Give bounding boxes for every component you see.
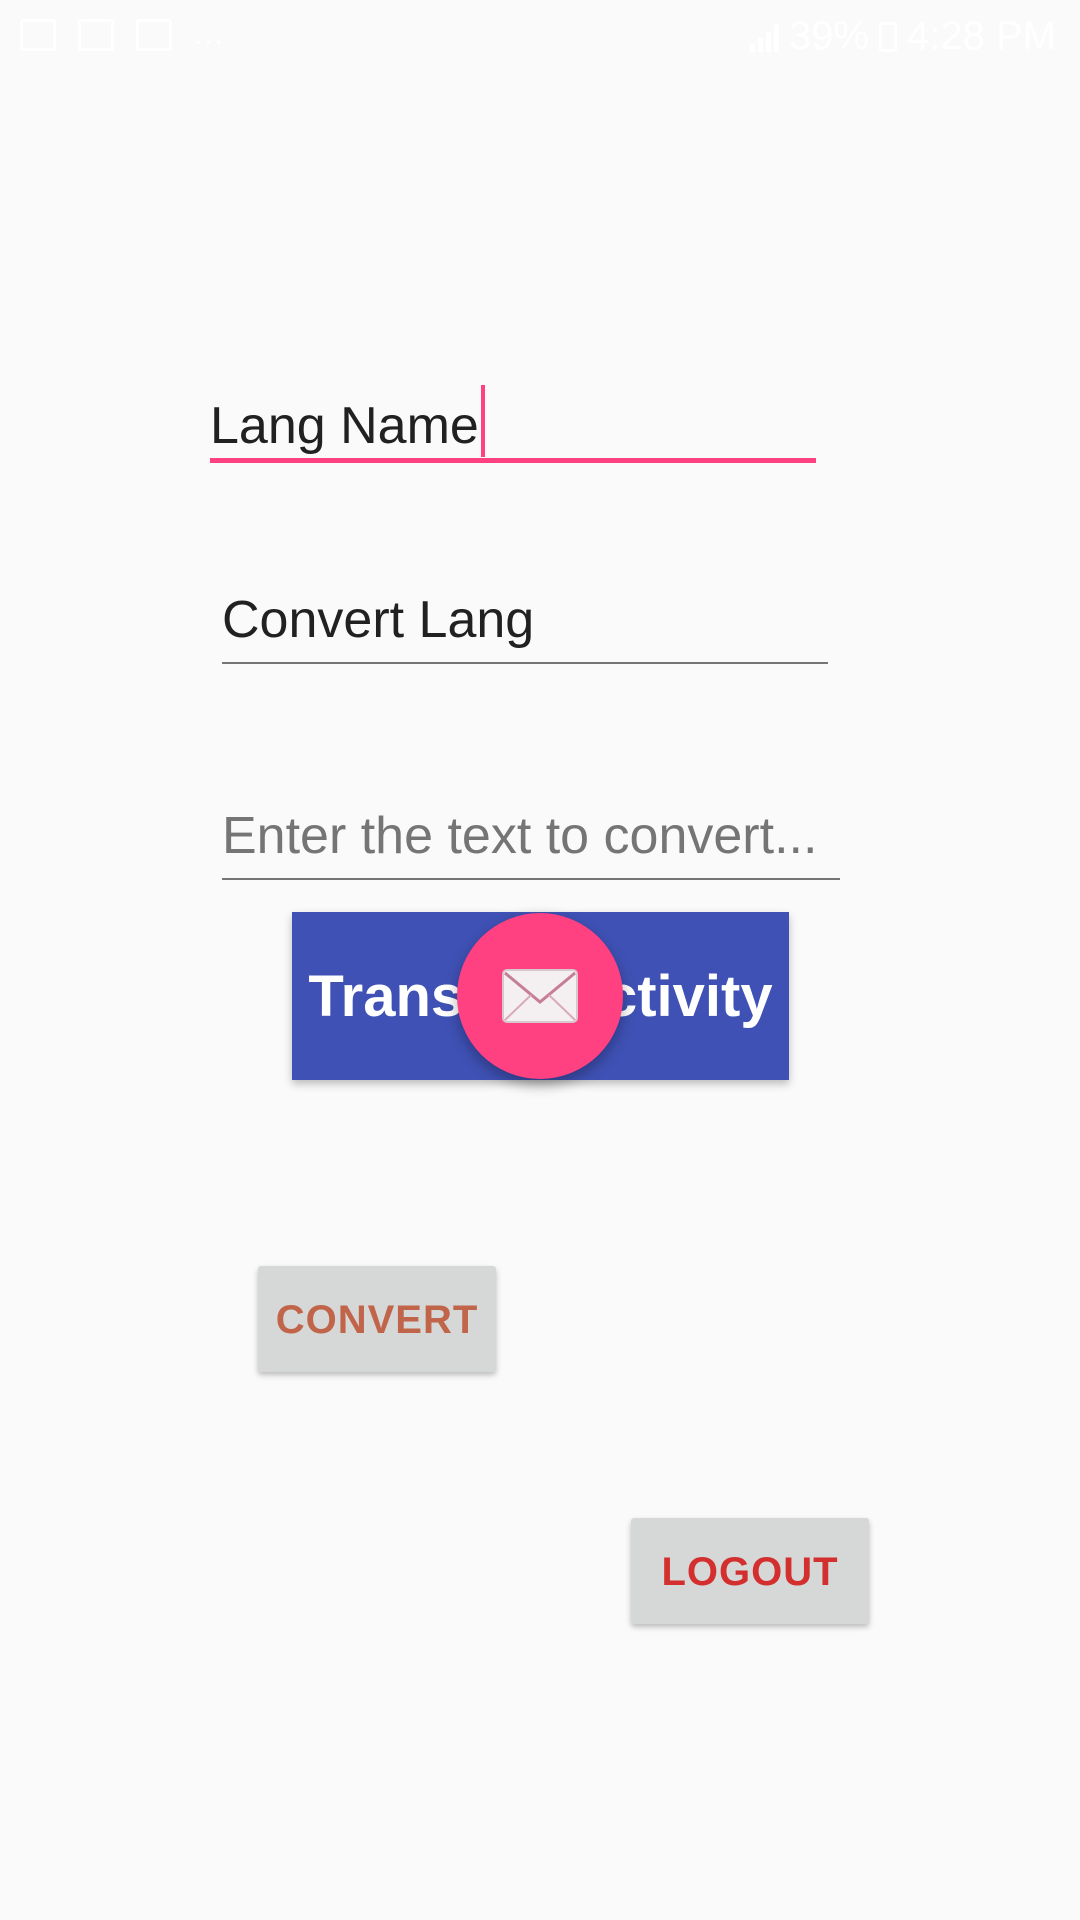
status-bar: ... 39% 4:28 PM xyxy=(0,0,1080,72)
more-notifications-indicator: ... xyxy=(194,18,226,51)
gallery-notification-icon xyxy=(20,19,56,51)
signal-icon xyxy=(749,22,779,52)
convert-lang-field[interactable]: Convert Lang xyxy=(222,590,828,664)
logout-button[interactable]: LOGOUT xyxy=(631,1518,869,1624)
status-notifications: ... xyxy=(20,18,225,52)
convert-button[interactable]: CONVERT xyxy=(258,1266,496,1372)
convert-lang-value: Convert Lang xyxy=(222,591,535,649)
battery-icon xyxy=(879,21,898,52)
text-cursor xyxy=(480,385,485,457)
envelope-icon xyxy=(502,969,578,1023)
lang-name-value: Lang Name xyxy=(210,397,479,455)
clock: 4:28 PM xyxy=(907,14,1056,58)
teams-notification-icon xyxy=(136,19,172,51)
battery-percent: 39% xyxy=(788,14,870,58)
outlook-notification-icon xyxy=(78,19,114,51)
lang-name-underline xyxy=(210,458,816,463)
status-system: 39% 4:28 PM xyxy=(749,14,1056,59)
app-screen: ... 39% 4:28 PM Lang Name Convert Lang T… xyxy=(0,0,1080,1920)
mail-fab[interactable] xyxy=(457,913,623,1079)
convert-lang-underline xyxy=(222,662,828,664)
lang-name-field[interactable]: Lang Name xyxy=(210,385,816,463)
text-to-convert-field xyxy=(222,806,840,880)
text-to-convert-underline xyxy=(222,878,840,880)
text-to-convert-input[interactable] xyxy=(222,806,840,866)
